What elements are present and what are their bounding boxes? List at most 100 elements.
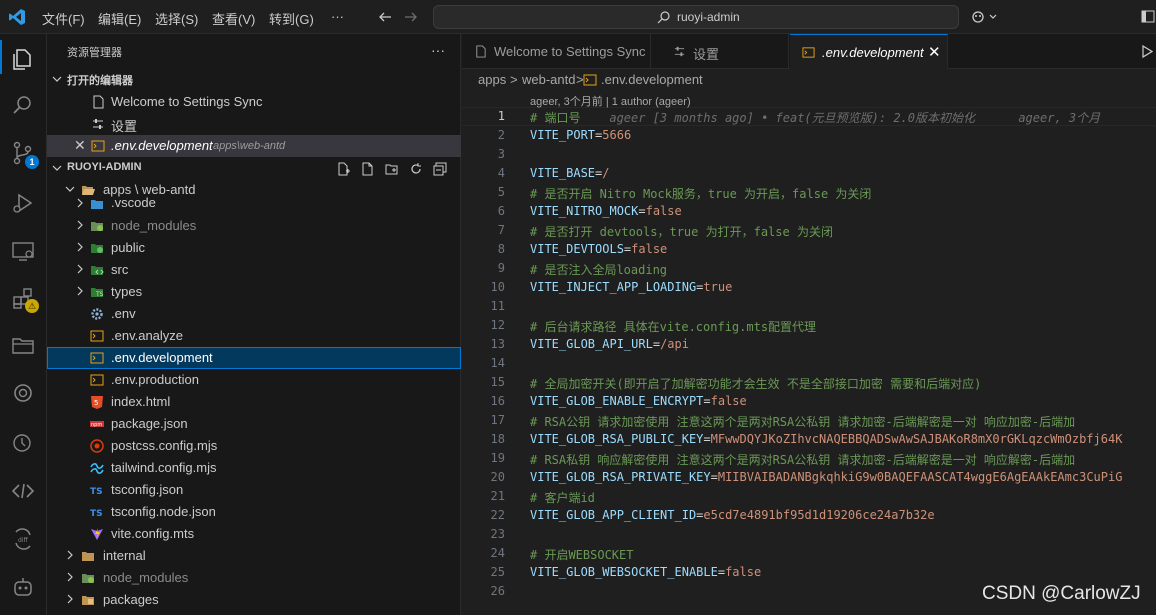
env-value: e5cd7e4891bf95d1d19206ce24a7b32e xyxy=(703,508,935,522)
workspace-header[interactable]: RUOYI-ADMIN xyxy=(47,158,461,180)
close-icon[interactable]: ✕ xyxy=(74,137,86,154)
env-value: false xyxy=(710,394,747,408)
open-editors-header[interactable]: 打开的编辑器 xyxy=(47,69,461,91)
menu-view[interactable]: 查看(V) xyxy=(212,9,255,28)
env-value: true xyxy=(703,280,733,294)
tree-file-postcss[interactable]: postcss.config.mjs xyxy=(47,435,461,457)
tree-folder-types[interactable]: TS types xyxy=(47,281,461,303)
run-debug-icon[interactable] xyxy=(10,190,36,216)
env-value: /api xyxy=(660,337,689,351)
tree-folder-packages[interactable]: packages xyxy=(47,589,461,611)
chevron-down-icon xyxy=(52,165,62,171)
activity-bar: 1 ⚠ diff xyxy=(0,34,47,615)
menu-selection[interactable]: 选择(S) xyxy=(155,9,198,28)
line-number: 20 xyxy=(490,470,505,484)
tree-file-vite-config[interactable]: vite.config.mts xyxy=(47,523,461,545)
tree-file-env-development-selected[interactable]: .env.development xyxy=(47,347,461,369)
folder-icon xyxy=(82,552,94,561)
diff-icon[interactable]: diff xyxy=(10,526,36,552)
open-editor-item[interactable]: 设置 xyxy=(47,113,461,135)
layout-toggle-icon[interactable] xyxy=(1141,9,1156,24)
menu-file[interactable]: 文件(F) xyxy=(42,9,85,28)
env-equals: = xyxy=(710,470,718,484)
timeline-icon[interactable] xyxy=(10,430,36,456)
refresh-icon[interactable] xyxy=(409,162,423,176)
collapse-all-icon[interactable] xyxy=(433,162,447,176)
menu-more[interactable]: ··· xyxy=(331,9,344,24)
line-number: 23 xyxy=(490,527,505,541)
tab-welcome-settings-sync[interactable]: Welcome to Settings Sync xyxy=(462,34,651,69)
command-center[interactable]: ruoyi-admin xyxy=(433,5,959,29)
open-editor-label: .env.development xyxy=(111,138,213,153)
breadcrumb-item[interactable]: web-antd xyxy=(522,72,575,87)
breadcrumb-separator: > xyxy=(510,72,518,87)
more-actions-icon[interactable]: ··· xyxy=(431,42,445,58)
code-line: # 端口号 ageer [3 months ago] • feat(元旦预览版)… xyxy=(530,109,1100,126)
tree-folder-vscode[interactable]: .vscode xyxy=(47,197,461,213)
breadcrumb-item[interactable]: .env.development xyxy=(601,72,703,87)
line-number: 2 xyxy=(497,128,505,142)
tree-folder-node-modules[interactable]: node_modules xyxy=(47,215,461,237)
tree-file-tsconfig[interactable]: TS tsconfig.json xyxy=(47,479,461,501)
explorer-sidebar: 资源管理器 ··· 打开的编辑器 Welcome to Settings Syn… xyxy=(47,34,461,615)
code-line: VITE_INJECT_APP_LOADING=true xyxy=(530,280,732,294)
tree-folder-public[interactable]: public xyxy=(47,237,461,259)
terminal-file-icon xyxy=(802,47,815,58)
tree-file-tsconfig-node[interactable]: TS tsconfig.node.json xyxy=(47,501,461,523)
search-icon xyxy=(657,11,670,24)
new-folder-icon[interactable] xyxy=(385,162,399,176)
node-folder-icon xyxy=(82,574,94,583)
close-icon[interactable]: ✕ xyxy=(928,43,941,61)
code-line: VITE_DEVTOOLS=false xyxy=(530,242,667,256)
env-equals: = xyxy=(717,565,726,579)
settings-sliders-icon xyxy=(93,119,103,129)
line-number: 18 xyxy=(490,432,505,446)
env-key: VITE_GLOB_RSA_PUBLIC_KEY xyxy=(530,432,704,446)
open-editor-item[interactable]: Welcome to Settings Sync xyxy=(47,91,461,113)
menu-edit[interactable]: 编辑(E) xyxy=(98,9,141,28)
copilot-chat-icon[interactable] xyxy=(10,574,36,600)
tree-label: index.html xyxy=(111,394,171,409)
chevron-down-icon xyxy=(65,186,75,192)
tree-file-env[interactable]: .env xyxy=(47,303,461,325)
codelens-blame[interactable]: ageer, 3个月前 | 1 author (ageer) xyxy=(530,93,691,109)
tree-file-index-html[interactable]: 5 index.html xyxy=(47,391,461,413)
menu-go[interactable]: 转到(G) xyxy=(269,9,314,28)
tab-env-development[interactable]: .env.development ✕ xyxy=(790,34,948,69)
live-share-icon[interactable] xyxy=(10,478,36,504)
env-equals: = xyxy=(703,432,711,446)
tree-folder-src[interactable]: src xyxy=(47,259,461,281)
open-editor-item-active[interactable]: ✕ .env.development apps\web-antd xyxy=(47,135,461,157)
code-line: VITE_GLOB_API_URL=/api xyxy=(530,337,689,351)
tree-file-env-analyze[interactable]: .env.analyze xyxy=(47,325,461,347)
run-icon[interactable] xyxy=(1141,45,1153,58)
code-editor[interactable]: ageer, 3个月前 | 1 author (ageer) 1 # 端口号 ag… xyxy=(462,91,1156,615)
watermark: CSDN @CarlowZJ xyxy=(982,583,1141,604)
tab-settings[interactable]: 设置 xyxy=(651,34,789,69)
breadcrumb-item[interactable]: apps xyxy=(478,72,506,87)
search-view-icon[interactable] xyxy=(10,92,36,118)
new-file-icon[interactable] xyxy=(336,162,350,176)
tree-folder-node-modules-root[interactable]: node_modules xyxy=(47,567,461,589)
env-value: / xyxy=(602,166,610,180)
tree-file-package-json[interactable]: npm package.json xyxy=(47,413,461,435)
tree-file-tailwind[interactable]: tailwind.config.mjs xyxy=(47,457,461,479)
code-comment: # 客户端id xyxy=(530,491,595,505)
remote-explorer-icon[interactable] xyxy=(10,238,36,264)
folder-view-icon[interactable] xyxy=(10,332,36,358)
tree-folder-internal[interactable]: internal xyxy=(47,545,461,567)
code-line: VITE_GLOB_RSA_PRIVATE_KEY=MIIBVAIBADANBg… xyxy=(530,470,1122,484)
tree-label: vite.config.mts xyxy=(111,526,195,541)
explorer-icon[interactable] xyxy=(10,46,36,72)
openai-icon[interactable] xyxy=(10,380,36,406)
forward-arrow-icon[interactable] xyxy=(404,10,418,24)
copilot-icon[interactable] xyxy=(972,9,998,25)
chevron-right-icon xyxy=(77,220,83,230)
code-line: VITE_GLOB_ENABLE_ENCRYPT=false xyxy=(530,394,747,408)
back-arrow-icon[interactable] xyxy=(378,10,392,24)
code-line: # 客户端id xyxy=(530,489,595,506)
tree-file-env-production[interactable]: .env.production xyxy=(47,369,461,391)
new-file-2-icon[interactable] xyxy=(361,162,375,176)
chevron-down-icon xyxy=(52,76,62,82)
vscode-folder-icon xyxy=(91,200,103,209)
